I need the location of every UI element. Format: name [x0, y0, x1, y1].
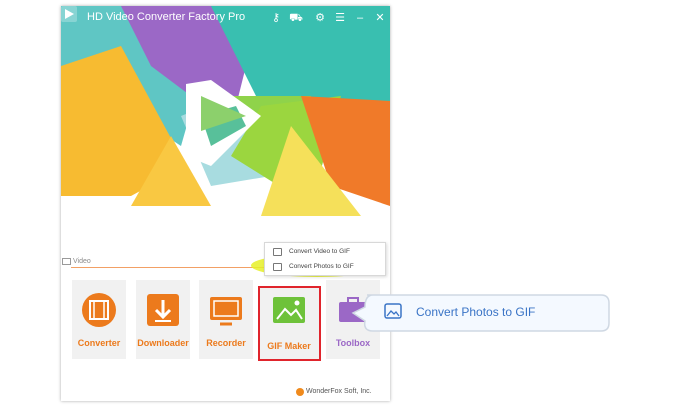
tool-converter[interactable]: Converter — [72, 280, 126, 359]
image-icon — [273, 263, 282, 271]
title-bar: HD Video Converter Factory Pro ⚷ ⛟ ⚙ ☰ –… — [61, 6, 390, 30]
close-icon[interactable]: ✕ — [373, 11, 387, 25]
list-icon[interactable]: ☰ — [333, 11, 347, 25]
gear-icon[interactable]: ⚙ — [313, 11, 327, 25]
popup-item-convert-photos[interactable]: Convert Photos to GIF — [265, 260, 385, 275]
gif-image-icon — [273, 297, 305, 323]
callout-label: Convert Photos to GIF — [416, 305, 536, 319]
cart-icon[interactable]: ⛟ — [289, 11, 303, 25]
video-file-icon — [273, 248, 282, 256]
gif-popup-menu: Convert Video to GIF Convert Photos to G… — [264, 242, 386, 276]
minimize-icon[interactable]: – — [353, 11, 367, 25]
callout-image-icon — [384, 303, 402, 319]
tool-gif-maker[interactable]: GIF Maker — [262, 289, 317, 357]
tool-recorder[interactable]: Recorder — [199, 280, 253, 359]
app-logo-icon — [61, 6, 77, 22]
screen-record-icon — [210, 297, 242, 326]
wonderfox-logo-icon — [296, 388, 304, 396]
section-label: Video — [73, 258, 91, 265]
video-section-icon — [62, 258, 71, 265]
tool-downloader[interactable]: Downloader — [136, 280, 190, 359]
popup-item-convert-video[interactable]: Convert Video to GIF — [265, 245, 385, 260]
film-icon — [82, 293, 116, 327]
app-title: HD Video Converter Factory Pro — [87, 11, 246, 23]
banner-artwork: HD Video Converter Factory Pro ⚷ ⛟ ⚙ ☰ –… — [61, 6, 390, 236]
download-icon — [147, 294, 179, 326]
footer-company: WonderFox Soft, Inc. — [306, 388, 372, 395]
key-icon[interactable]: ⚷ — [269, 11, 283, 25]
